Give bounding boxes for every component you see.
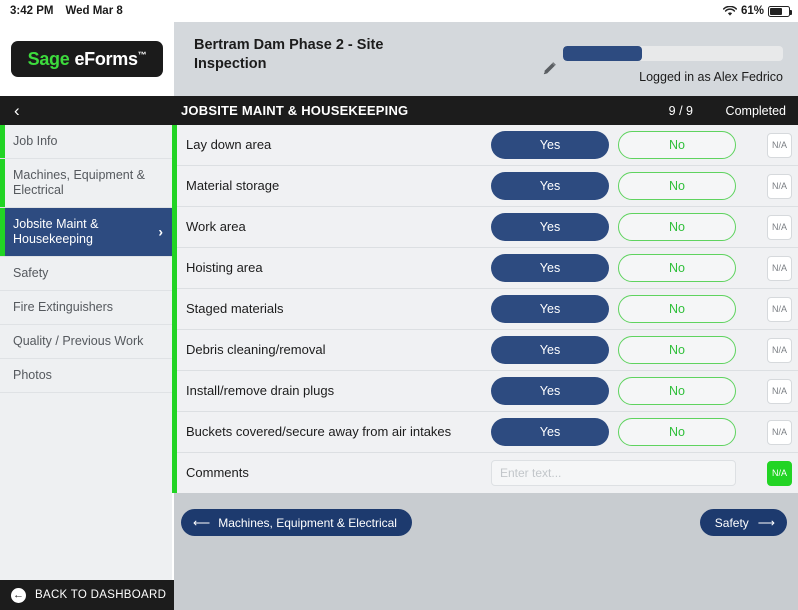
battery-icon [768,5,792,17]
wifi-icon [722,5,738,17]
back-arrow-circle-icon: ← [11,587,26,603]
sidebar-item-label: Fire Extinguishers [13,300,114,314]
status-bar-right: 61% [722,5,792,17]
previous-section-button[interactable]: ⟵ Machines, Equipment & Electrical [181,509,412,536]
question-row: Material storage Yes No N/A [177,166,798,207]
question-label: Work area [186,219,246,234]
logo-eforms-text: eForms™ [74,48,147,69]
answer-na-button[interactable]: N/A [767,255,792,281]
sidebar-item-label: Quality / Previous Work [13,334,144,348]
question-row: Work area Yes No N/A [177,207,798,248]
question-label: Buckets covered/secure away from air int… [186,424,452,439]
answer-na-button[interactable]: N/A [767,378,792,404]
back-to-dashboard-label: BACK TO DASHBOARD [35,589,167,601]
next-section-label: Safety [714,515,749,530]
answer-yes-button[interactable]: Yes [491,172,609,200]
question-row: Lay down area Yes No N/A [177,125,798,166]
question-label: Hoisting area [186,260,263,275]
sidebar-item-label: Photos [13,368,52,382]
question-row: Debris cleaning/removal Yes No N/A [177,330,798,371]
logo-sage-text: Sage [27,48,70,69]
clock-text: 3:42 PM [10,5,54,17]
question-label: Debris cleaning/removal [186,342,326,357]
question-label: Lay down area [186,137,272,152]
answer-no-button[interactable]: No [618,254,736,282]
sidebar-item-machines-equipment-electrical[interactable]: Machines, Equipment & Electrical [0,159,172,208]
answer-na-button[interactable]: N/A [767,132,792,158]
answer-yes-button[interactable]: Yes [491,254,609,282]
sidebar-item-label: Machines, Equipment & Electrical [13,168,146,197]
section-nav-footer: ⟵ Machines, Equipment & Electrical Safet… [174,493,798,580]
arrow-left-icon: ⟵ [193,515,211,530]
answer-yes-button[interactable]: Yes [491,295,609,323]
question-row: Install/remove drain plugs Yes No N/A [177,371,798,412]
sidebar-item-quality-previous-work[interactable]: Quality / Previous Work [0,325,172,359]
question-list: Lay down area Yes No N/A Material storage Yes… [177,125,798,494]
answer-no-button[interactable]: No [618,336,736,364]
answer-no-button[interactable]: No [618,295,736,323]
answer-no-button[interactable]: No [618,172,736,200]
answer-yes-button[interactable]: Yes [491,131,609,159]
section-title: JOBSITE MAINT & HOUSEKEEPING [181,103,409,118]
footer-spacer [174,580,798,610]
app-header: Sage eForms™ Bertram Dam Phase 2 - Site … [0,22,798,96]
form-header-panel: Bertram Dam Phase 2 - Site Inspection Lo… [174,22,798,96]
answer-no-button[interactable]: No [618,131,736,159]
form-progress-fill [563,46,643,61]
page-title: Bertram Dam Phase 2 - Site Inspection [194,37,384,72]
answer-yes-button[interactable]: Yes [491,377,609,405]
next-section-button[interactable]: Safety ⟶ [699,509,787,536]
sidebar-item-fire-extinguishers[interactable]: Fire Extinguishers [0,291,172,325]
comments-input[interactable] [492,461,735,485]
answer-no-button[interactable]: No [618,377,736,405]
app-root: 3:42 PM Wed Mar 8 61% Sage eForms™ Bertr… [0,0,798,610]
question-row: Buckets covered/secure away from air int… [177,412,798,453]
previous-section-label: Machines, Equipment & Electrical [218,515,397,530]
sidebar-item-jobsite-maint-housekeeping[interactable]: Jobsite Maint & Housekeeping › [0,208,172,257]
battery-percent-text: 61% [740,5,764,17]
section-count: 9 / 9 [668,103,693,118]
section-header-bar: ‹ JOBSITE MAINT & HOUSEKEEPING 9 / 9 Com… [0,96,798,125]
comments-row: Comments N/A [177,453,798,494]
answer-na-button[interactable]: N/A [767,214,792,240]
logged-in-user: Logged in as Alex Fedrico [639,70,783,84]
question-label: Install/remove drain plugs [186,383,335,398]
answer-na-button[interactable]: N/A [767,419,792,445]
form-progress-bar [563,46,783,61]
question-row: Staged materials Yes No N/A [177,289,798,330]
question-label: Material storage [186,178,280,193]
answer-yes-button[interactable]: Yes [491,336,609,364]
sidebar-item-label: Job Info [13,134,58,148]
answer-na-button[interactable]: N/A [767,173,792,199]
answer-no-button[interactable]: No [618,213,736,241]
trademark-symbol: ™ [137,49,147,60]
comments-label: Comments [186,465,249,480]
status-bar-left: 3:42 PM Wed Mar 8 [10,5,123,17]
answer-na-button[interactable]: N/A [767,337,792,363]
sidebar-item-label: Safety [13,266,49,280]
ios-status-bar: 3:42 PM Wed Mar 8 61% [0,0,798,22]
chevron-right-icon: › [158,223,163,240]
arrow-right-icon: ⟶ [757,515,775,530]
sidebar-item-job-info[interactable]: Job Info [0,125,172,159]
comments-na-button[interactable]: N/A [767,460,792,486]
question-label: Staged materials [186,301,284,316]
question-row: Hoisting area Yes No N/A [177,248,798,289]
brand-logo[interactable]: Sage eForms™ [0,22,174,96]
date-text: Wed Mar 8 [65,5,123,17]
answer-yes-button[interactable]: Yes [491,418,609,446]
section-sidebar: Job Info Machines, Equipment & Electrical… [0,125,172,580]
answer-no-button[interactable]: No [618,418,736,446]
pencil-icon[interactable] [540,60,558,78]
back-to-dashboard-button[interactable]: ← BACK TO DASHBOARD [0,580,174,610]
sidebar-item-label: Jobsite Maint & Housekeeping [13,217,99,246]
chevron-left-icon[interactable]: ‹ [14,96,20,125]
status-badge: Completed [725,103,786,118]
sidebar-item-photos[interactable]: Photos [0,359,172,393]
logo-pill: Sage eForms™ [11,41,163,77]
answer-na-button[interactable]: N/A [767,296,792,322]
sidebar-item-safety[interactable]: Safety [0,257,172,291]
comments-input-wrapper [491,460,736,486]
answer-yes-button[interactable]: Yes [491,213,609,241]
